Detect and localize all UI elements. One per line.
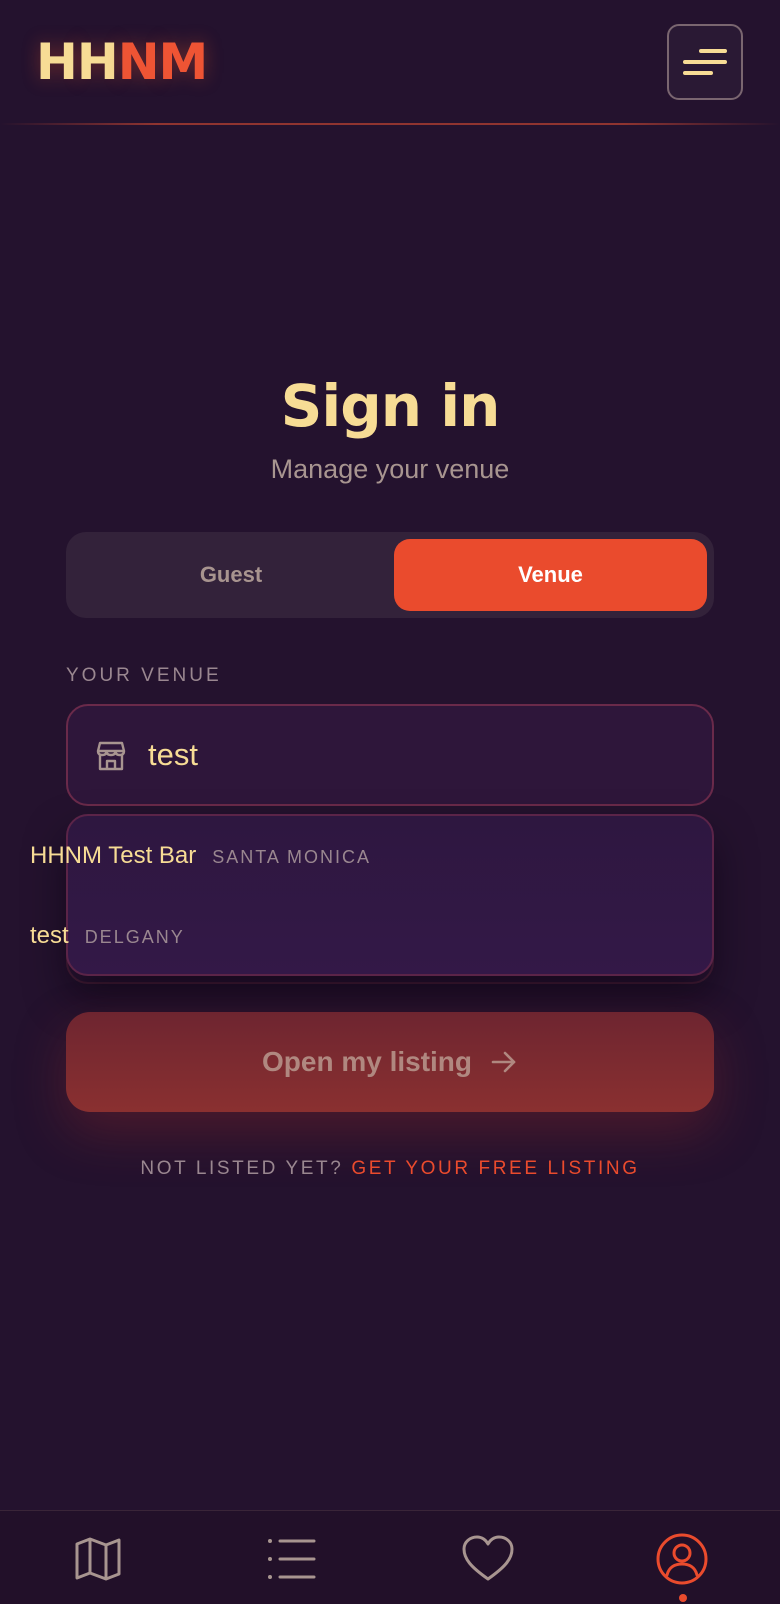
nav-map-button[interactable] xyxy=(70,1531,126,1587)
not-listed-prompt: NOT LISTED YET? GET YOUR FREE LISTING xyxy=(0,1157,780,1181)
logo-part-2: NM xyxy=(117,33,209,91)
logo-part-1: HH xyxy=(36,33,119,91)
bottom-navigation xyxy=(0,1510,780,1604)
venue-search-input[interactable]: test xyxy=(66,704,714,806)
venue-tab[interactable]: Venue xyxy=(394,539,707,611)
heart-icon xyxy=(462,1535,514,1581)
venue-suggestions-dropdown xyxy=(66,814,714,976)
header-divider xyxy=(0,123,780,125)
venue-search-value: test xyxy=(148,737,198,772)
storefront-icon xyxy=(96,741,126,771)
page-title: Sign in xyxy=(280,372,501,440)
suggestion-location: DELGANY xyxy=(84,927,185,947)
venue-signin-screen: HHNM Sign in Manage your venue Guest Ven… xyxy=(0,0,780,1604)
guest-tab[interactable]: Guest xyxy=(72,539,390,611)
open-listing-label: Open my listing xyxy=(261,1046,473,1077)
suggestion-item[interactable]: HHNM Test Bar SANTA MONICA xyxy=(30,842,371,870)
hhnm-logo[interactable]: HHNM xyxy=(36,33,209,91)
nav-favorites-button[interactable] xyxy=(460,1531,516,1587)
suggestion-name: test xyxy=(30,922,69,949)
account-type-toggle: Guest Venue xyxy=(66,532,714,618)
menu-button[interactable] xyxy=(667,24,743,100)
arrow-right-icon xyxy=(491,1051,516,1073)
venue-field-label: YOUR VENUE xyxy=(66,665,222,686)
suggestion-item[interactable]: test DELGANY xyxy=(30,922,185,950)
active-tab-indicator xyxy=(679,1594,687,1602)
map-icon xyxy=(75,1537,121,1581)
page-subtitle: Manage your venue xyxy=(270,454,510,484)
not-listed-question: NOT LISTED YET? xyxy=(140,1158,344,1179)
account-icon xyxy=(656,1533,708,1585)
get-free-listing-link[interactable]: GET YOUR FREE LISTING xyxy=(351,1158,639,1179)
open-listing-button[interactable]: Open my listing xyxy=(66,1012,714,1112)
nav-list-button[interactable] xyxy=(264,1531,320,1587)
suggestion-name: HHNM Test Bar xyxy=(30,842,197,869)
list-icon xyxy=(268,1539,316,1579)
menu-icon xyxy=(683,49,727,75)
app-header: HHNM xyxy=(0,0,780,125)
suggestion-location: SANTA MONICA xyxy=(212,847,371,867)
nav-account-button[interactable] xyxy=(654,1531,710,1587)
